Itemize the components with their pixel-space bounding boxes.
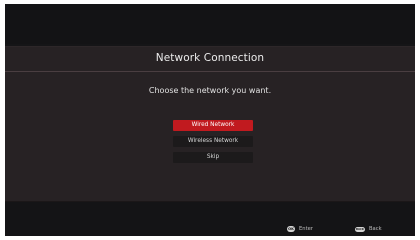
title-divider xyxy=(5,71,415,72)
wireless-network-option[interactable]: Wireless Network xyxy=(173,136,253,147)
skip-option[interactable]: Skip xyxy=(173,152,253,163)
footer-bar: OK Enter BACK Back xyxy=(5,202,415,236)
back-hint[interactable]: BACK Back xyxy=(355,226,382,232)
dialog-title: Network Connection xyxy=(155,52,265,64)
back-label: Back xyxy=(369,226,382,232)
wired-network-option[interactable]: Wired Network xyxy=(173,120,253,131)
ok-button-icon: OK xyxy=(287,226,295,232)
network-connection-dialog: Network Connection Choose the network yo… xyxy=(5,46,415,202)
dialog-prompt: Choose the network you want. xyxy=(148,86,272,95)
back-button-icon: BACK xyxy=(355,226,365,232)
network-options-menu: Wired Network Wireless Network Skip xyxy=(173,120,253,168)
enter-hint[interactable]: OK Enter xyxy=(287,226,313,232)
top-band xyxy=(5,4,415,44)
tv-screen: Network Connection Choose the network yo… xyxy=(5,4,415,236)
enter-label: Enter xyxy=(299,226,313,232)
